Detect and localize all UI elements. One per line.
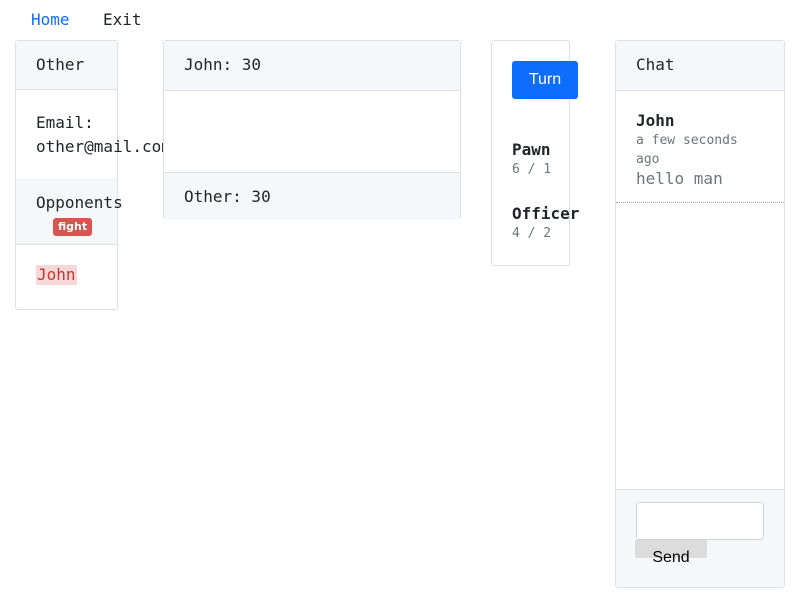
- opponents-header: Opponents fight: [16, 179, 123, 245]
- player-card: Other Email: other@mail.com Opponents fi…: [15, 40, 171, 310]
- piece-name: Officer: [512, 204, 580, 223]
- chat-message-input[interactable]: [636, 502, 764, 540]
- opponents-label: Opponents: [36, 193, 123, 212]
- top-nav: Home Exit: [0, 0, 800, 38]
- piece-name: Pawn: [512, 140, 551, 159]
- player-info: Email: other@mail.com: [16, 90, 171, 179]
- opponents-list: John: [16, 245, 117, 305]
- score-bottom: Other: 30: [164, 172, 460, 220]
- email-label: Email:: [36, 113, 94, 132]
- chat-title: Chat: [616, 41, 784, 91]
- piece-item-officer[interactable]: Officer 4 / 2: [512, 204, 579, 243]
- chat-card: Chat John a few seconds ago hello man Se…: [615, 40, 785, 588]
- player-name-header: Other: [16, 41, 117, 90]
- nav-exit-link[interactable]: Exit: [103, 10, 142, 30]
- score-card: John: 30 Other: 30: [163, 40, 461, 220]
- message-timestamp: a few seconds ago: [636, 133, 738, 167]
- message-author: John: [636, 111, 675, 130]
- score-board: [164, 91, 460, 172]
- send-button-label: Send: [652, 549, 690, 566]
- email-value: other@mail.com: [36, 137, 171, 156]
- nav-home-link[interactable]: Home: [31, 10, 70, 30]
- chat-composer: Send: [616, 489, 784, 587]
- piece-count: 4 / 2: [512, 226, 552, 241]
- send-button[interactable]: Send: [635, 540, 707, 566]
- action-card: Turn Pawn 6 / 1 Officer 4 / 2: [491, 40, 579, 266]
- chat-message: John a few seconds ago hello man: [616, 91, 784, 203]
- turn-button[interactable]: Turn: [512, 61, 578, 99]
- piece-item-pawn[interactable]: Pawn 6 / 1: [512, 140, 552, 179]
- fight-badge: fight: [53, 218, 93, 236]
- message-text: hello man: [636, 169, 723, 188]
- piece-count: 6 / 1: [512, 162, 552, 177]
- opponent-item[interactable]: John: [36, 265, 77, 285]
- score-top: John: 30: [164, 41, 460, 91]
